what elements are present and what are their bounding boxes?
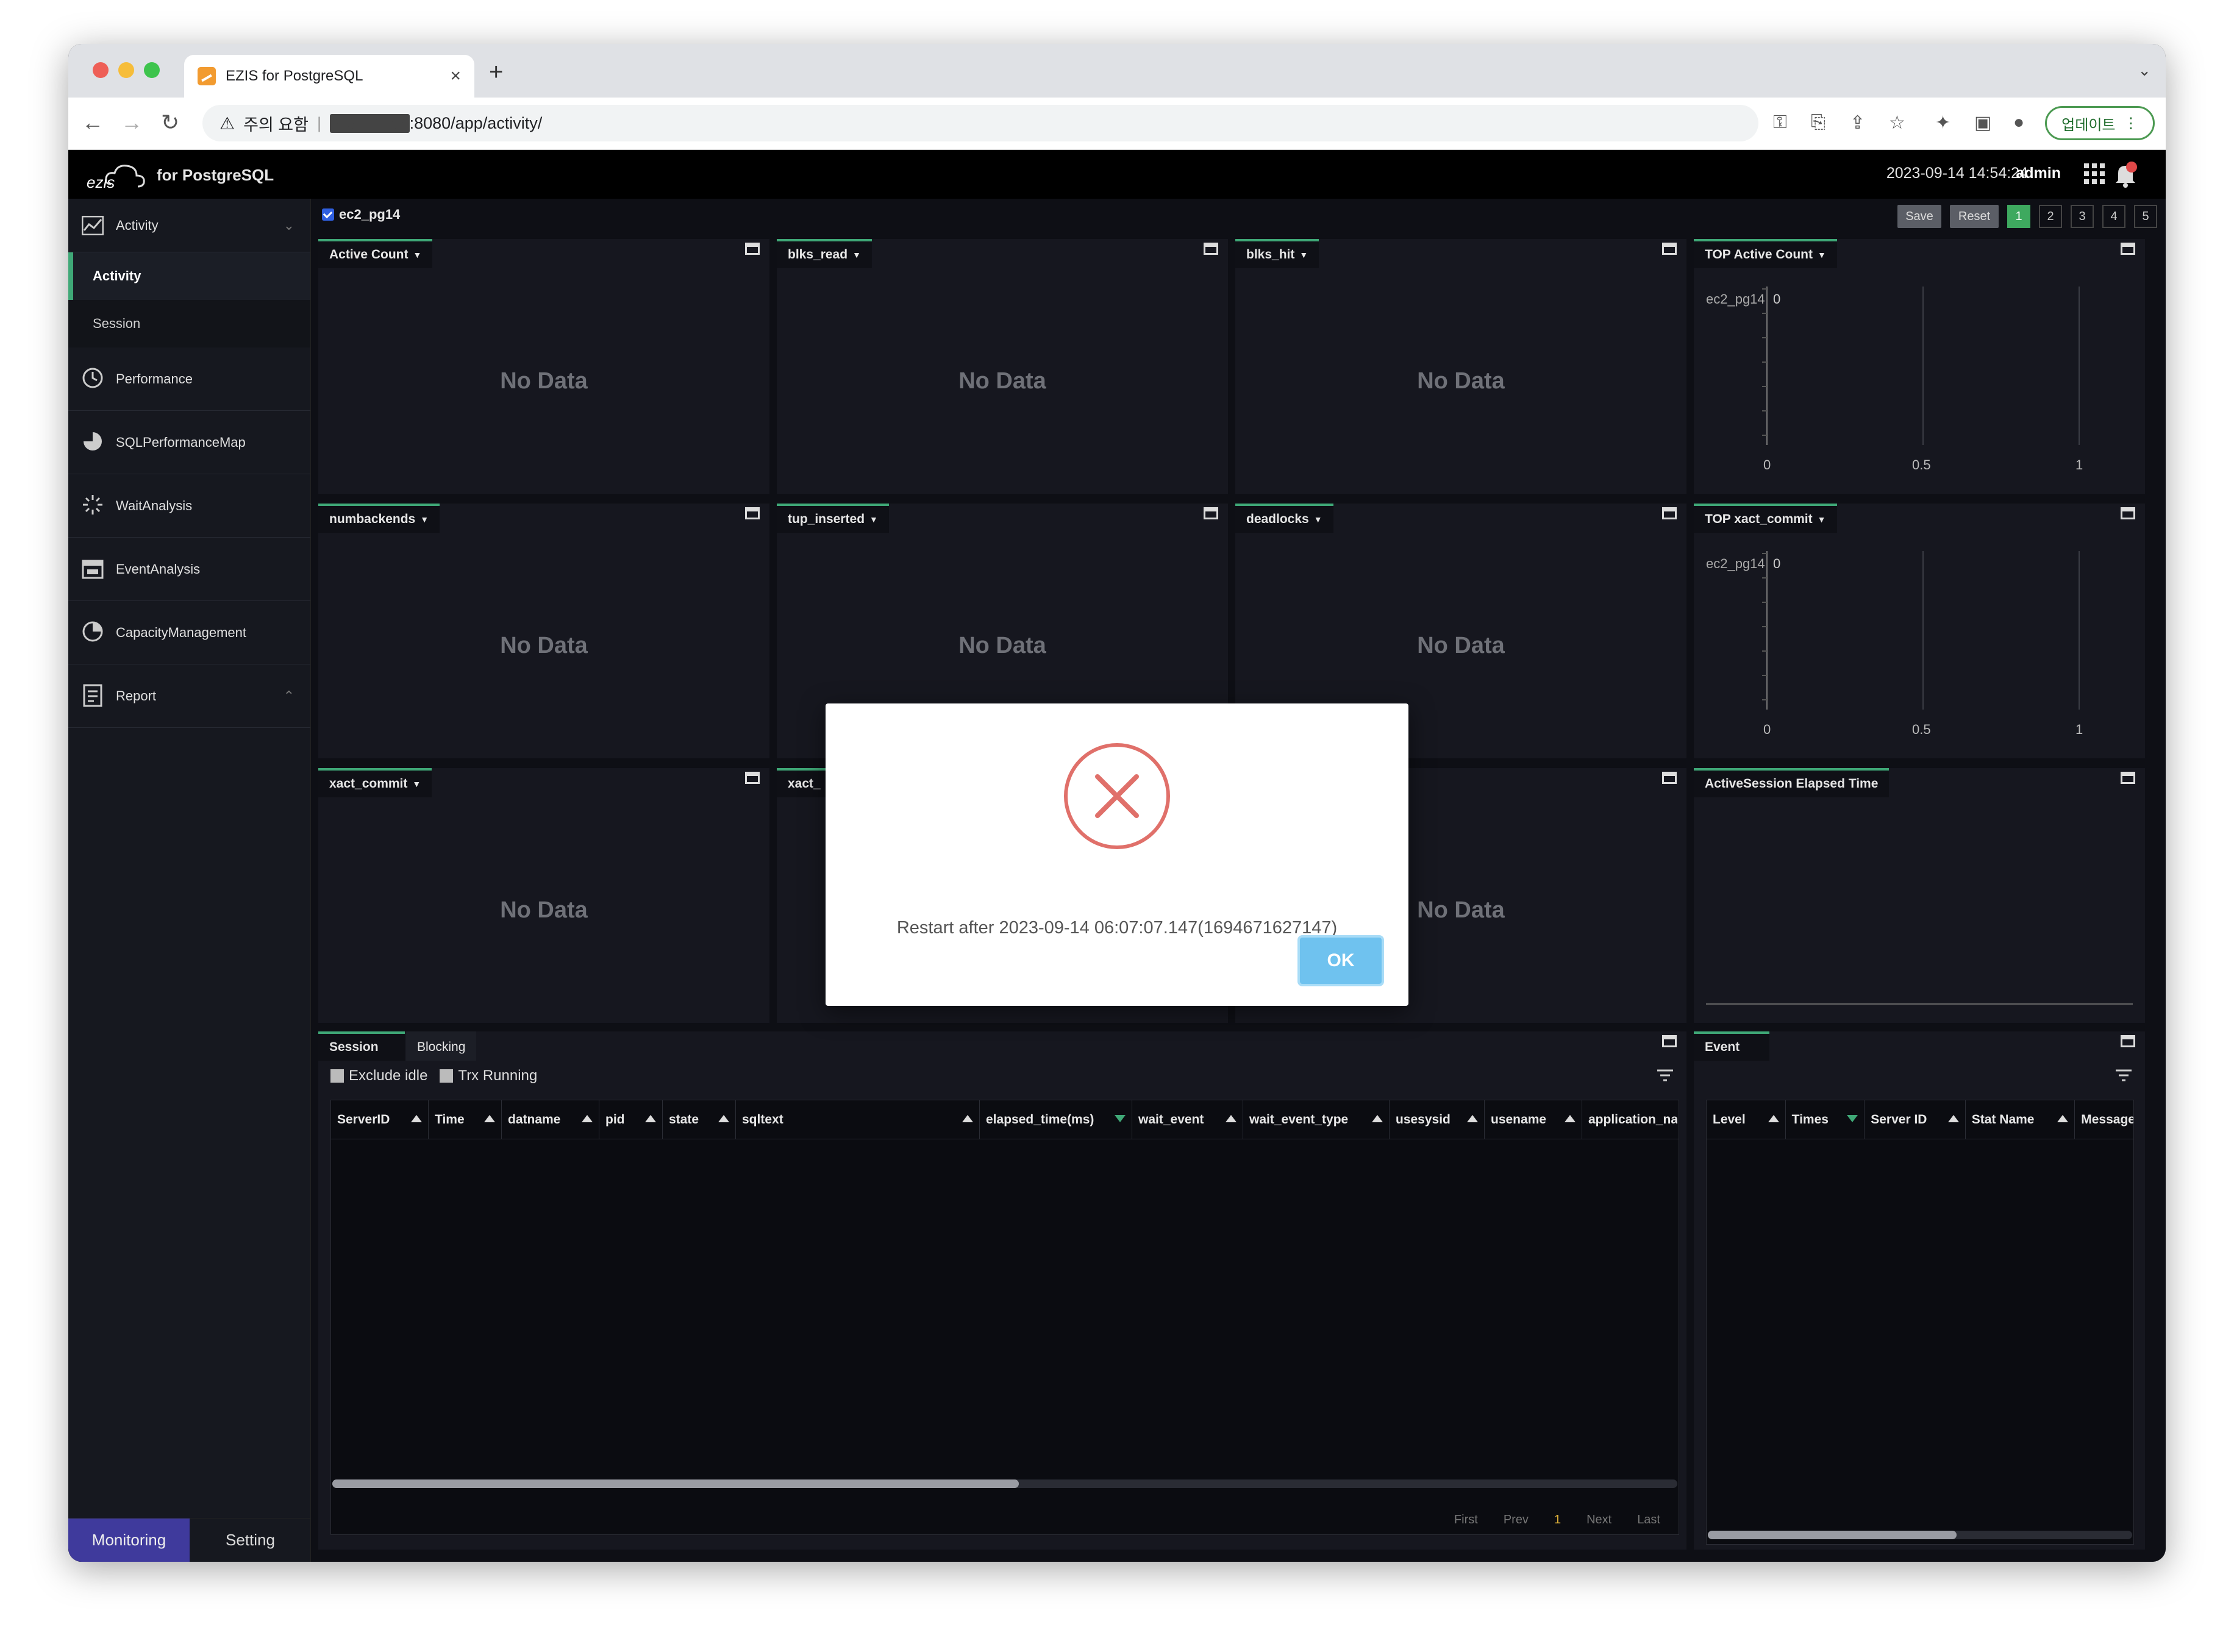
ok-button[interactable]: OK [1297,935,1384,986]
error-dialog: Restart after 2023-09-14 06:07:07.147(16… [826,703,1408,1006]
ok-label: OK [1327,950,1355,970]
browser-window: EZIS for PostgreSQL × + ⌄ ← → ↻ ⚠ 주의 요함 … [68,44,2166,1562]
modal-overlay: Restart after 2023-09-14 06:07:07.147(16… [68,44,2166,1562]
error-x-icon [1064,743,1170,849]
